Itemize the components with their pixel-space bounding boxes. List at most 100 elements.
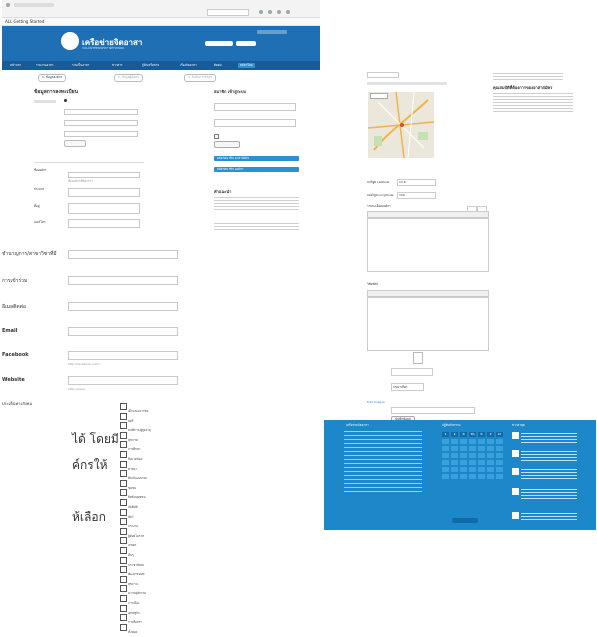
issue-checkbox[interactable] [120, 441, 127, 449]
star-icon[interactable] [259, 10, 263, 14]
nav-item[interactable]: ข่าวสาร [112, 63, 123, 68]
bookmark-item[interactable]: ALL Getting Started [5, 19, 44, 24]
address-input[interactable] [68, 203, 140, 214]
small-button[interactable] [64, 140, 86, 147]
step-1[interactable]: 1. ข้อมูลองค์กร [38, 74, 67, 82]
calendar-day-cell[interactable] [469, 474, 476, 479]
issue-checkbox[interactable] [120, 470, 127, 478]
event-calendar[interactable]: จอพพฤศสอา [442, 432, 514, 492]
issue-checkbox[interactable] [120, 556, 127, 564]
contact-email-input[interactable] [68, 302, 178, 311]
calendar-day-cell[interactable] [451, 439, 458, 444]
calendar-day-cell[interactable] [451, 453, 458, 458]
step-3[interactable]: 3. ยืนยันการสมัคร [184, 74, 216, 82]
calendar-day-cell[interactable] [469, 439, 476, 444]
issue-checkbox[interactable] [120, 537, 127, 545]
news-thumbnail[interactable] [512, 488, 519, 495]
calendar-day-cell[interactable] [478, 453, 485, 458]
org-name-input[interactable] [68, 172, 140, 178]
news-text[interactable] [521, 488, 577, 500]
calendar-day-cell[interactable] [460, 439, 467, 444]
issue-checkbox[interactable] [120, 604, 127, 612]
select-dropdown[interactable]: กรุณาเลือก [391, 383, 424, 391]
logo-icon[interactable] [61, 32, 79, 50]
text-input[interactable] [64, 109, 138, 115]
step-2[interactable]: 2. ข้อมูลผู้ติดต่อ [114, 74, 143, 82]
longitude-input[interactable]: 100 [397, 192, 436, 199]
calendar-day-cell[interactable] [478, 460, 485, 465]
calendar-day-cell[interactable] [469, 467, 476, 472]
nav-item[interactable]: รู้จักเครือข่าย [142, 63, 159, 68]
register-volunteer-button[interactable]: สมัครสมาชิก อาสาสมัคร [214, 156, 299, 161]
calendar-day-cell[interactable] [460, 446, 467, 451]
calendar-button[interactable] [452, 518, 478, 523]
calendar-day-cell[interactable] [487, 474, 494, 479]
nav-item[interactable]: หน้าแรก [10, 63, 21, 68]
calendar-day-cell[interactable] [460, 453, 467, 458]
calendar-day-cell[interactable] [487, 439, 494, 444]
calendar-day-cell[interactable] [460, 460, 467, 465]
calendar-day-cell[interactable] [487, 467, 494, 472]
calendar-day-cell[interactable] [442, 439, 449, 444]
calendar-day-cell[interactable] [442, 446, 449, 451]
calendar-day-cell[interactable] [442, 474, 449, 479]
editor-text-tab[interactable] [477, 206, 487, 212]
file-input[interactable] [391, 407, 475, 414]
text-input[interactable] [391, 368, 433, 376]
news-text[interactable] [521, 432, 577, 444]
news-text[interactable] [521, 512, 577, 522]
issue-checkbox[interactable] [120, 566, 127, 574]
upload-label[interactable]: Edit Images [367, 400, 385, 405]
issue-checkbox[interactable] [120, 460, 127, 468]
register-org-button[interactable]: สมัครสมาชิก องค์กร [214, 167, 299, 172]
calendar-day-cell[interactable] [478, 439, 485, 444]
radio-button[interactable] [64, 99, 67, 102]
issue-checkbox[interactable] [120, 585, 127, 593]
calendar-day-cell[interactable] [496, 439, 503, 444]
website-input[interactable] [68, 376, 178, 385]
calendar-day-cell[interactable] [469, 446, 476, 451]
issue-checkbox[interactable] [120, 499, 127, 506]
expertise-input[interactable] [68, 250, 178, 259]
header-search-input[interactable] [205, 41, 233, 46]
calendar-day-cell[interactable] [496, 467, 503, 472]
issue-checkbox[interactable] [120, 527, 127, 535]
issue-checkbox[interactable] [120, 614, 127, 622]
calendar-day-cell[interactable] [451, 460, 458, 465]
facebook-input[interactable] [68, 351, 178, 360]
issue-checkbox[interactable] [120, 422, 127, 430]
map-type-toggle[interactable] [370, 93, 388, 99]
calendar-day-cell[interactable] [442, 460, 449, 465]
calendar-day-cell[interactable] [496, 460, 503, 465]
calendar-day-cell[interactable] [451, 474, 458, 479]
issue-checkbox[interactable] [120, 575, 127, 583]
news-text[interactable] [521, 450, 577, 462]
nav-item-active[interactable]: สมัครใหม่ [238, 63, 255, 68]
issue-checkbox[interactable] [120, 508, 127, 516]
login-button[interactable] [214, 141, 240, 148]
nav-item[interactable]: รวมงานอาสา [36, 63, 53, 68]
phone-input[interactable] [68, 219, 140, 228]
issue-checkbox[interactable] [120, 547, 127, 554]
rich-text-editor[interactable] [367, 218, 489, 272]
editor-toolbar[interactable] [367, 290, 489, 297]
issue-checkbox[interactable] [120, 479, 127, 487]
latitude-input[interactable]: 13.8 [397, 179, 436, 186]
download-icon[interactable] [268, 10, 272, 14]
calendar-day-cell[interactable] [487, 446, 494, 451]
back-icon[interactable] [6, 3, 10, 7]
tab[interactable] [14, 3, 54, 7]
news-thumbnail[interactable] [512, 450, 519, 457]
participation-input[interactable] [68, 276, 178, 285]
calendar-day-cell[interactable] [469, 460, 476, 465]
issue-checkbox[interactable] [120, 451, 127, 458]
calendar-day-cell[interactable] [460, 474, 467, 479]
editor-toolbar[interactable] [367, 211, 489, 218]
calendar-day-cell[interactable] [469, 453, 476, 458]
calendar-day-cell[interactable] [460, 467, 467, 472]
calendar-day-cell[interactable] [451, 446, 458, 451]
location-map[interactable] [367, 91, 435, 159]
remember-checkbox[interactable] [214, 134, 219, 139]
editor-visual-tab[interactable] [467, 206, 477, 212]
calendar-day-cell[interactable] [487, 453, 494, 458]
